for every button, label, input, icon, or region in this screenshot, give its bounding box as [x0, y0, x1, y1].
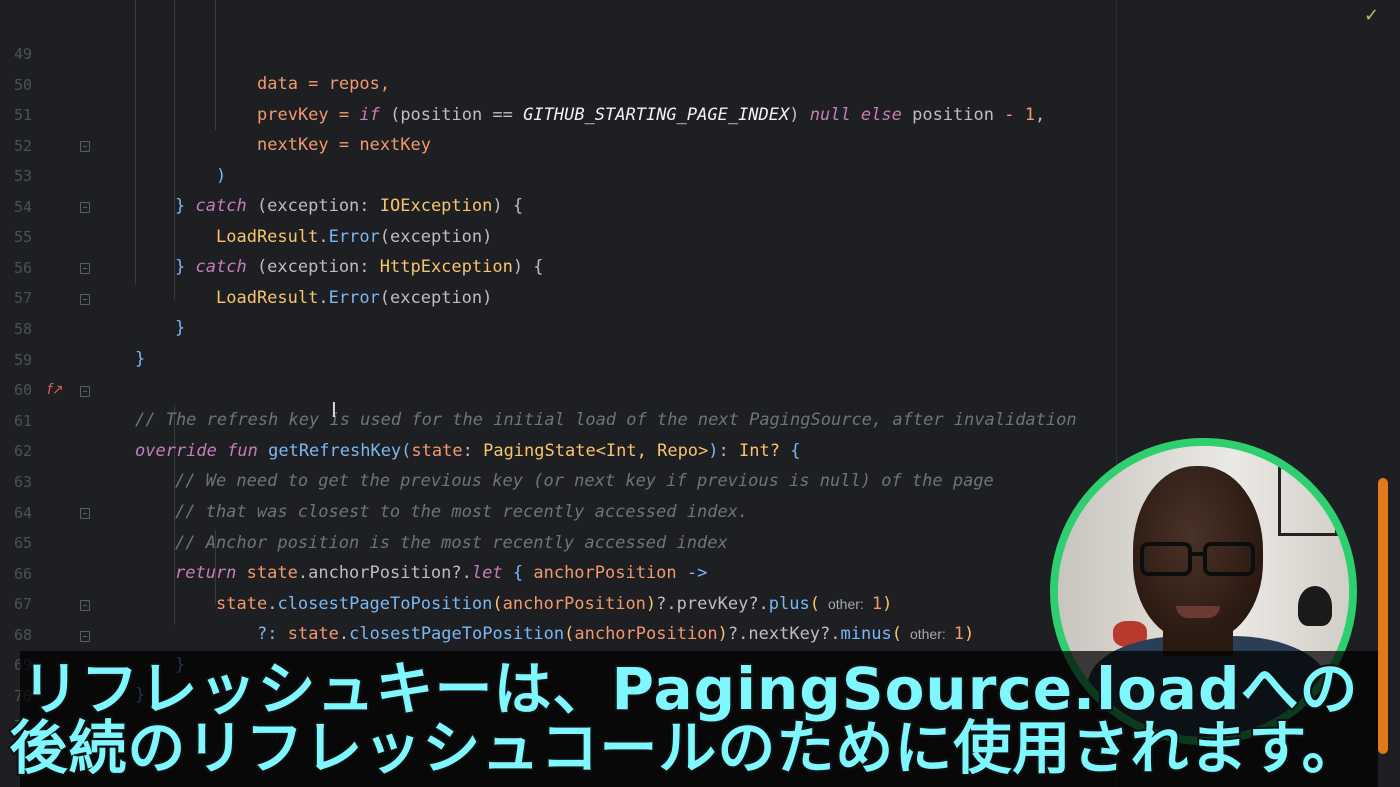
checkmark-icon[interactable]: ✓ — [1364, 5, 1379, 26]
code-line: 63 // that was closest to the most recen… — [0, 437, 1116, 522]
code-line: 61 override fun getRefreshKey(state: Pag… — [0, 376, 1116, 461]
presenter-mouth — [1176, 606, 1220, 618]
code-line: 50 prevKey = if (position == GITHUB_STAR… — [0, 40, 1116, 125]
code-line: 53 } catch (exception: IOException) { — [0, 131, 1116, 216]
code-line: 59 — [0, 315, 1116, 369]
glasses-bridge — [1190, 552, 1204, 556]
subtitle-line-1: リフレッシュキーは、PagingSource.loadへの — [20, 655, 1360, 723]
code-line: 67 ?: state.closestPageToPosition(anchor… — [0, 559, 1116, 644]
code-line: 69 } — [0, 620, 1116, 705]
code-line: 51 nextKey = nextKey — [0, 70, 1116, 155]
subtitle-line-2: 後続のリフレッシュコールのために使用されます。 — [7, 714, 1361, 782]
code-line: 64 // Anchor position is the most recent… — [0, 468, 1116, 553]
code-line: 66 state.closestPageToPosition(anchorPos… — [0, 529, 1116, 614]
text-cursor-icon: I — [331, 398, 337, 422]
code-line: 56 LoadResult.Error(exception) — [0, 223, 1116, 308]
code-line: 60 // The refresh key is used for the in… — [0, 345, 1116, 430]
picture-frame — [1278, 466, 1338, 536]
code-line: 55 } catch (exception: HttpException) { — [0, 192, 1116, 277]
glasses-right-lens — [1203, 542, 1255, 576]
code-line: 62 // We need to get the previous key (o… — [0, 406, 1116, 491]
code-line: 57 } — [0, 253, 1116, 338]
glasses-left-lens — [1140, 542, 1192, 576]
code-line: 58 } — [0, 284, 1116, 369]
code-line: 68 } — [0, 590, 1116, 675]
code-line: 65 return state.anchorPosition?.let { an… — [0, 498, 1116, 583]
code-line: 49 data = repos, — [0, 9, 1116, 94]
code-line: 52 ) — [0, 101, 1116, 186]
code-line: 54 LoadResult.Error(exception) — [0, 162, 1116, 247]
bird-figurine — [1298, 586, 1332, 626]
